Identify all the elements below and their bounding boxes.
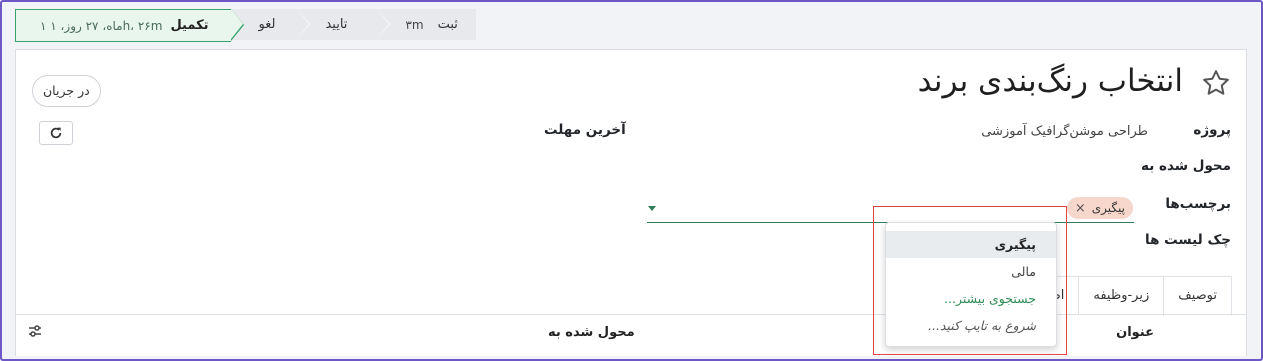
project-label: پروژه <box>1193 122 1231 138</box>
refresh-button[interactable] <box>39 121 73 145</box>
assignee-label: محول شده به <box>1141 158 1231 174</box>
dropdown-search-more[interactable]: جستجوی بیشتر... <box>886 285 1056 312</box>
dropdown-option-finance[interactable]: مالی <box>886 258 1056 285</box>
stage-register-label: ثبت <box>437 17 458 32</box>
stage-done[interactable]: ۱ ماه، ۲۷ روز، ۱h، ۲۶m تکمیل <box>15 9 244 42</box>
stage-register[interactable]: ۳m ثبت <box>377 9 476 40</box>
tags-autocomplete-dropdown: پیگیری مالی جستجوی بیشتر... شروع به تایپ… <box>885 222 1057 347</box>
stage-done-label: تکمیل <box>170 18 209 33</box>
state-button[interactable]: در جریان <box>32 75 101 107</box>
stage-cancel-label: لغو <box>258 17 276 32</box>
tag-chip-label: پیگیری <box>1091 201 1125 215</box>
project-value[interactable]: طراحی موشن‌گرافیک آموزشی <box>981 124 1148 139</box>
tab-description[interactable]: توصیف <box>1163 276 1232 316</box>
dropdown-option-followup[interactable]: پیگیری <box>886 231 1056 258</box>
star-icon[interactable] <box>1201 68 1231 98</box>
tabs-divider <box>16 314 1246 315</box>
task-title[interactable]: انتخاب رنگ‌بندی برند <box>918 63 1183 99</box>
stage-register-duration: ۳m <box>405 17 424 32</box>
stage-approve-label: تایید <box>325 17 348 32</box>
close-icon[interactable]: × <box>1075 201 1086 216</box>
refresh-icon <box>50 127 62 139</box>
tag-chip: پیگیری × <box>1066 197 1133 219</box>
stage-done-duration: ۱ ماه، ۲۷ روز، ۱h، ۲۶m <box>40 18 163 33</box>
tags-label: برچسب‌ها <box>1165 196 1231 212</box>
checklist-label: چک لیست ها <box>1145 232 1231 248</box>
dropdown-type-hint: شروع به تایپ کنید... <box>928 318 1036 333</box>
column-assignee[interactable]: محول شده به <box>548 325 635 340</box>
tab-subtasks[interactable]: زیر-وظیفه <box>1078 276 1165 315</box>
sliders-icon[interactable] <box>27 323 43 339</box>
chevron-down-icon[interactable] <box>648 206 656 211</box>
column-title[interactable]: عنوان <box>1116 325 1154 340</box>
task-form-card: انتخاب رنگ‌بندی برند در جریان پروژه طراح… <box>15 49 1247 356</box>
deadline-label: آخرین مهلت <box>544 122 626 138</box>
stage-statusbar: ۱ ماه، ۲۷ روز، ۱h، ۲۶m تکمیل لغو تایید ۳… <box>15 9 476 42</box>
